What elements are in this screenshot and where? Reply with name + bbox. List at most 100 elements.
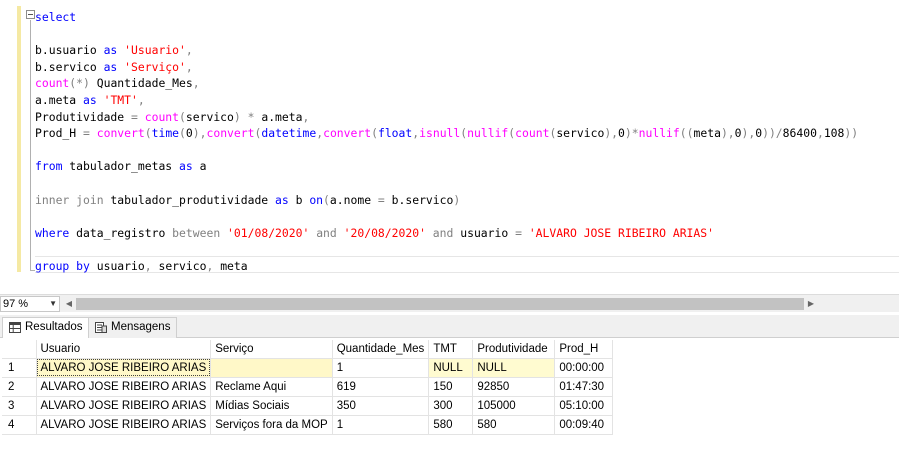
code-line[interactable] [35,241,858,258]
code-token: ))/ [762,126,783,141]
code-token: ( [323,192,330,207]
code-line[interactable]: a.meta as 'TMT', [35,92,858,109]
column-header-servico[interactable]: Serviço [210,340,333,359]
cell-tmt[interactable]: 580 [428,415,474,435]
code-token: servico [185,109,234,124]
code-line[interactable]: count(*) Quantidade_Mes, [35,75,858,92]
code-token: group by [35,258,90,273]
code-token: where [35,225,70,240]
tab-results[interactable]: Resultados [2,317,90,338]
row-number[interactable]: 3 [2,396,37,416]
row-number[interactable]: 4 [2,415,37,435]
row-number-header[interactable] [2,340,37,359]
code-token: convert [323,126,372,141]
tab-messages[interactable]: Mensagens [88,317,178,338]
cell-tmt[interactable]: 150 [428,377,474,397]
scroll-left-icon[interactable]: ◀ [64,298,74,310]
cell-quantidade-mes[interactable]: 619 [332,377,430,397]
code-line[interactable]: where data_registro between '01/08/2020'… [35,225,858,242]
cell-tmt[interactable]: NULL [428,358,474,378]
code-token: select [35,10,77,24]
code-token: on [309,192,324,207]
tab-messages-label: Mensagens [111,321,171,333]
grid-header-row: Usuario Serviço Quantidade_Mes TMT Produ… [2,340,614,359]
code-line[interactable] [35,26,858,43]
code-line[interactable]: b.usuario as 'Usuario', [35,42,858,59]
cell-usuario[interactable]: ALVARO JOSE RIBEIRO ARIAS [36,396,212,416]
cell-usuario[interactable]: ALVARO JOSE RIBEIRO ARIAS [36,377,212,397]
cell-usuario[interactable]: ALVARO JOSE RIBEIRO ARIAS [36,358,212,378]
code-token: ( [144,126,152,141]
cell-usuario[interactable]: ALVARO JOSE RIBEIRO ARIAS [36,415,212,435]
column-header-tmt[interactable]: TMT [428,340,474,359]
cell-servico[interactable]: Serviços fora da MOP [210,415,333,435]
cell-produtividade[interactable]: 92850 [472,377,556,397]
column-header-produtividade[interactable]: Produtividade [472,340,556,359]
cell-prod-h[interactable]: 00:09:40 [554,415,614,435]
cell-quantidade-mes[interactable]: 1 [332,415,430,435]
cell-prod-h[interactable]: 01:47:30 [554,377,614,397]
code-line[interactable]: inner join tabulador_produtividade as b … [35,192,858,209]
code-line[interactable]: b.servico as 'Serviço', [35,59,858,76]
table-row[interactable]: 3 ALVARO JOSE RIBEIRO ARIAS Mídias Socia… [2,396,614,416]
code-line[interactable]: from tabulador_metas as a [35,158,858,175]
code-token: count [515,126,550,141]
code-token: Prod_H [35,126,84,141]
horizontal-scrollbar-thumb[interactable] [76,298,804,310]
code-token: ) [233,109,241,124]
code-token: = [131,109,138,124]
cell-tmt[interactable]: 300 [428,396,474,416]
code-token: convert [96,126,145,141]
code-line[interactable]: Produtividade = count(servico) * a.meta, [35,109,858,126]
code-line[interactable] [35,175,858,192]
code-token: isnull [419,126,461,141]
column-header-usuario[interactable]: Usuario [36,340,212,359]
column-header-quantidade-mes[interactable]: Quantidade_Mes [332,340,430,359]
code-line[interactable] [35,208,858,225]
row-number[interactable]: 1 [2,358,37,378]
code-token: tabulador_produtividade [103,192,276,207]
cell-produtividade[interactable]: NULL [472,358,556,378]
zoom-select[interactable]: 97 % ▼ [0,296,60,312]
code-token: = [83,126,90,141]
query-editor[interactable]: select b.usuario as 'Usuario', b.servico … [0,0,899,290]
cell-prod-h[interactable]: 00:00:00 [554,358,614,378]
code-line[interactable] [35,142,858,159]
code-token: ), [604,126,619,141]
grid-icon [9,322,21,333]
sql-code[interactable]: select b.usuario as 'Usuario', b.servico … [35,9,858,275]
change-tracking-bar [17,6,21,272]
cell-quantidade-mes[interactable]: 350 [332,396,430,416]
code-token: as [275,192,289,207]
code-token: as [179,159,193,174]
cell-quantidade-mes[interactable]: 1 [332,358,430,378]
table-row[interactable]: 1 ALVARO JOSE RIBEIRO ARIAS 1 NULL NULL … [2,358,614,378]
code-token: 108 [823,126,845,141]
cell-servico[interactable]: Mídias Sociais [210,396,333,416]
cell-servico[interactable] [210,358,333,378]
cell-prod-h[interactable]: 05:10:00 [554,396,614,416]
collapse-outline-icon[interactable] [26,10,35,19]
column-header-prod-h[interactable]: Prod_H [554,340,614,359]
chevron-down-icon[interactable]: ▼ [49,297,57,311]
scroll-right-icon[interactable]: ▶ [806,298,816,310]
code-token: ( [179,109,186,124]
code-line[interactable]: Prod_H = convert(time(0),convert(datetim… [35,125,858,142]
row-number[interactable]: 2 [2,377,37,397]
table-row[interactable]: 2 ALVARO JOSE RIBEIRO ARIAS Reclame Aqui… [2,377,614,397]
code-line[interactable]: select [35,9,858,26]
table-row[interactable]: 4 ALVARO JOSE RIBEIRO ARIAS Serviços for… [2,415,614,435]
code-token: )* [624,126,639,141]
cell-produtividade[interactable]: 580 [472,415,556,435]
code-token: (( [679,126,694,141]
editor-gutter [0,0,21,290]
code-token: tabulador_metas [62,159,180,174]
code-token: a [192,159,207,174]
results-grid[interactable]: Usuario Serviço Quantidade_Mes TMT Produ… [2,340,614,435]
code-line[interactable]: group by usuario, servico, meta [35,258,858,275]
cell-produtividade[interactable]: 105000 [472,396,556,416]
cell-servico[interactable]: Reclame Aqui [210,377,333,397]
